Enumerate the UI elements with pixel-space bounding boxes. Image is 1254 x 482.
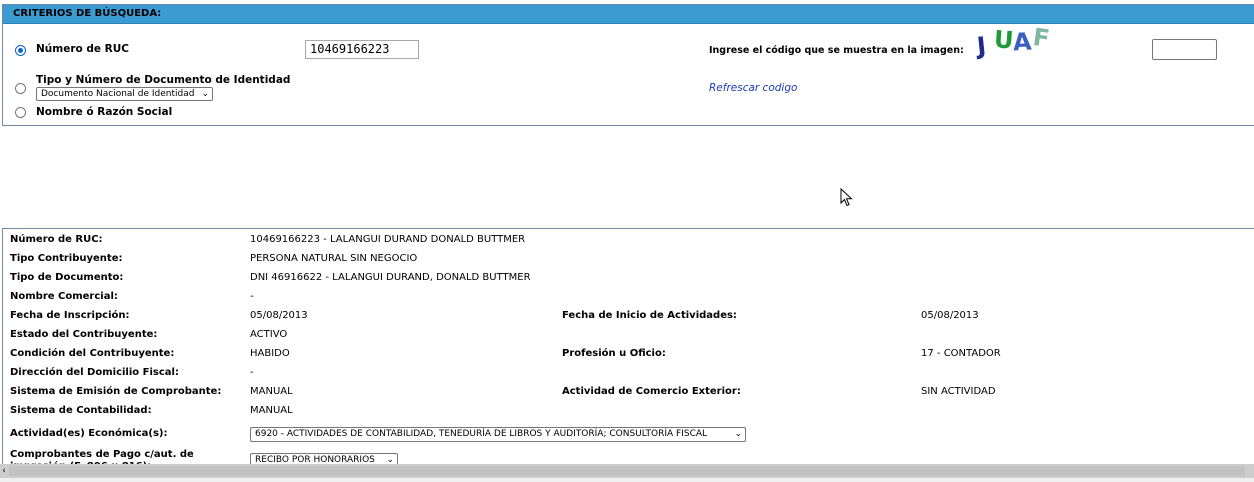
field-label: Sistema de Contabilidad: <box>10 405 152 416</box>
field-label: Condición del Contribuyente: <box>10 348 175 359</box>
captcha-input[interactable] <box>1152 39 1217 60</box>
field-label: Profesión u Oficio: <box>562 348 666 359</box>
field-label: Fecha de Inscripción: <box>10 310 130 321</box>
field-label: Nombre Comercial: <box>10 291 118 302</box>
bottom-strip <box>0 478 1254 482</box>
captcha-char: U <box>993 25 1015 55</box>
comprobantes-select[interactable]: RECIBO POR HONORARIOS ⌄ <box>250 453 398 464</box>
radio-document[interactable] <box>15 83 26 94</box>
field-value: 05/08/2013 <box>250 310 308 321</box>
captcha-char: J <box>975 31 988 61</box>
field-label: Sistema de Emisión de Comprobante: <box>10 386 222 397</box>
actividad-select[interactable]: 6920 - ACTIVIDADES DE CONTABILIDAD, TENE… <box>250 427 746 442</box>
field-value: 05/08/2013 <box>921 310 979 321</box>
field-value: MANUAL <box>250 386 293 397</box>
search-criteria-panel: CRITERIOS DE BÚSQUEDA: <box>2 4 1254 126</box>
field-value: SIN ACTIVIDAD <box>921 386 996 397</box>
search-criteria-header: CRITERIOS DE BÚSQUEDA: <box>3 5 1254 24</box>
document-type-selected: Documento Nacional de Identidad <box>41 89 195 99</box>
field-label: Estado del Contribuyente: <box>10 329 158 340</box>
field-value: 17 - CONTADOR <box>921 348 1001 359</box>
chevron-down-icon: ⌄ <box>734 429 742 439</box>
scroll-left-arrow-icon[interactable]: ‹ <box>0 464 8 478</box>
captcha-char: A <box>1012 27 1033 57</box>
field-value: 10469166223 - LALANGUI DURAND DONALD BUT… <box>250 234 526 245</box>
radio-name[interactable] <box>15 107 26 118</box>
radio-ruc[interactable] <box>15 45 26 56</box>
chevron-down-icon: ⌄ <box>201 89 209 99</box>
radio-document-label[interactable]: Tipo y Número de Documento de Identidad <box>36 74 290 86</box>
field-value: HABIDO <box>250 348 290 359</box>
captcha-image: J U A F <box>975 23 1057 62</box>
field-value: - <box>250 367 254 378</box>
radio-ruc-label[interactable]: Número de RUC <box>36 43 129 55</box>
mouse-cursor-icon <box>840 188 853 207</box>
field-value: - <box>250 291 254 302</box>
result-panel: Número de RUC: 10469166223 - LALANGUI DUR… <box>2 228 1254 464</box>
refresh-captcha-link[interactable]: Refrescar codigo <box>709 82 797 94</box>
captcha-prompt: Ingrese el código que se muestra en la i… <box>709 45 964 56</box>
radio-name-label[interactable]: Nombre ó Razón Social <box>36 106 172 118</box>
field-label: Fecha de Inicio de Actividades: <box>562 310 737 321</box>
field-label: Tipo de Documento: <box>10 272 124 283</box>
actividad-selected: 6920 - ACTIVIDADES DE CONTABILIDAD, TENE… <box>255 429 708 439</box>
field-value: MANUAL <box>250 405 293 416</box>
field-label: Dirección del Domicilio Fiscal: <box>10 367 179 378</box>
horizontal-scrollbar[interactable]: ‹ <box>0 464 1254 478</box>
field-label: Número de RUC: <box>10 234 103 245</box>
field-value: DNI 46916622 - LALANGUI DURAND, DONALD B… <box>250 272 531 283</box>
field-label: Tipo Contribuyente: <box>10 253 123 264</box>
actividad-label: Actividad(es) Económica(s): <box>10 428 168 439</box>
comprobantes-label: Comprobantes de Pago c/aut. de <box>10 449 194 460</box>
ruc-input[interactable]: 10469166223 <box>305 40 419 59</box>
field-value: PERSONA NATURAL SIN NEGOCIO <box>250 253 418 264</box>
comprobantes-selected: RECIBO POR HONORARIOS <box>255 455 375 464</box>
document-type-select[interactable]: Documento Nacional de Identidad ⌄ <box>36 87 213 101</box>
field-label: Actividad de Comercio Exterior: <box>562 386 741 397</box>
chevron-down-icon: ⌄ <box>386 455 394 464</box>
captcha-char: F <box>1031 22 1052 54</box>
scrollbar-thumb[interactable] <box>9 466 1245 476</box>
field-value: ACTIVO <box>250 329 288 340</box>
